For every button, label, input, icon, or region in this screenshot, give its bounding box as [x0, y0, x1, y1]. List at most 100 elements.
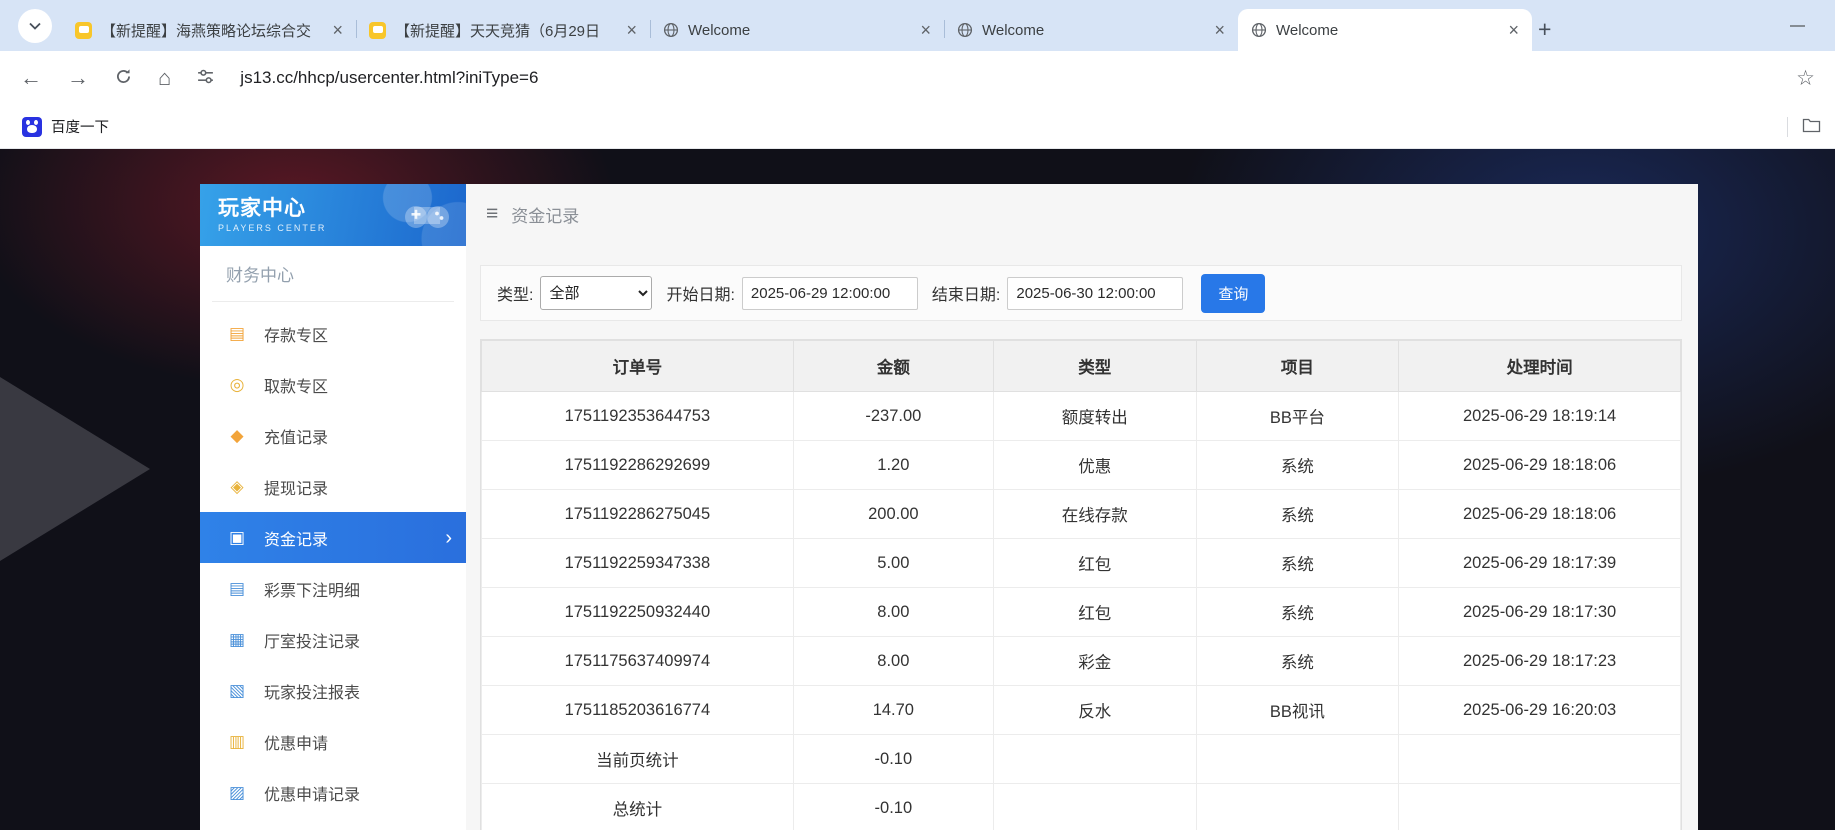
- sidebar-item-lottery-bet-detail[interactable]: ▤ 彩票下注明细 ›: [200, 563, 466, 614]
- globe-favicon-icon: [663, 22, 679, 38]
- bookmark-star-icon[interactable]: ☆: [1796, 66, 1815, 91]
- filter-bar: 类型: 全部 开始日期: 结束日期: 查询: [480, 265, 1682, 321]
- bookmark-label: 百度一下: [51, 120, 109, 136]
- bookmarks-bar-right: [1787, 116, 1821, 137]
- tab-close-icon[interactable]: ×: [621, 21, 642, 39]
- type-filter-label: 类型:: [497, 287, 534, 304]
- end-date-input[interactable]: [1007, 276, 1184, 310]
- table-cell: 8.00: [792, 636, 994, 686]
- promo-apply-record-icon: ▨: [228, 782, 246, 802]
- menu-item-label: 玩家投注报表: [264, 684, 361, 702]
- table-cell: 1751192286292699: [481, 440, 794, 490]
- end-date-label: 结束日期:: [931, 287, 1001, 304]
- sidebar-subtitle: PLAYERS CENTER: [218, 222, 327, 233]
- navigation-bar: ← → ⌂ js13.cc/hhcp/usercenter.html?iniTy…: [0, 51, 1835, 105]
- home-button[interactable]: ⌂: [158, 67, 171, 89]
- browser-tab[interactable]: Welcome ×: [1238, 9, 1532, 51]
- menu-item-label: 彩票下注明细: [264, 582, 361, 600]
- tab-search-button[interactable]: [18, 9, 52, 43]
- chat-favicon-icon: [75, 21, 92, 39]
- tab-close-icon[interactable]: ×: [1503, 21, 1524, 39]
- sidebar-header: 玩家中心 PLAYERS CENTER: [200, 184, 466, 246]
- new-tab-button[interactable]: +: [1538, 18, 1551, 41]
- menu-item-label: 充值记录: [264, 429, 329, 447]
- address-bar[interactable]: js13.cc/hhcp/usercenter.html?iniType=6: [240, 68, 538, 88]
- table-cell: 2025-06-29 18:17:30: [1398, 587, 1681, 637]
- back-button[interactable]: ←: [20, 67, 42, 89]
- chat-favicon-icon: [369, 21, 386, 39]
- browser-tab[interactable]: Welcome ×: [944, 9, 1238, 51]
- table-cell: 2025-06-29 18:19:14: [1398, 391, 1681, 441]
- site-info-button[interactable]: [196, 67, 215, 89]
- funds-table-wrap: 订单号 金额 类型 项目 处理时间 1751192353644753 -237.00 额度转…: [480, 339, 1682, 830]
- withdraw-record-icon: ◈: [230, 476, 244, 496]
- deposit-card-icon: ▤: [228, 323, 246, 343]
- reload-button[interactable]: [114, 67, 133, 90]
- table-cell: [992, 734, 1197, 784]
- hamburger-menu-icon[interactable]: ≡: [486, 202, 498, 226]
- menu-item-label: 资金记录: [264, 531, 329, 549]
- table-cell: 2025-06-29 18:17:23: [1398, 636, 1681, 686]
- table-cell: 系统: [1195, 636, 1400, 686]
- withdraw-coins-icon: ◎: [229, 374, 245, 394]
- table-header-cell: 金额: [792, 340, 994, 392]
- site-settings-icon: [198, 69, 214, 84]
- sidebar: 玩家中心 PLAYERS CENTER 财务中心 ▤ 存款专区 › ◎ 取款专区…: [200, 184, 466, 830]
- browser-tab[interactable]: 【新提醒】天天竞猜（6月29日 ×: [356, 9, 650, 51]
- table-row: 1751175637409974 8.00 彩金 系统 2025-06-29 18:17…: [481, 636, 1681, 686]
- table-cell: 2025-06-29 18:17:39: [1398, 538, 1681, 588]
- sidebar-item-hall-bet-record[interactable]: ▦ 厅室投注记录 ›: [200, 614, 466, 665]
- browser-tab[interactable]: Welcome ×: [650, 9, 944, 51]
- table-cell: 当前页统计: [481, 734, 794, 784]
- table-row: 1751192259347338 5.00 红包 系统 2025-06-29 18:17…: [481, 538, 1681, 588]
- table-cell: 2025-06-29 18:18:06: [1398, 489, 1681, 539]
- tab-close-icon[interactable]: ×: [327, 21, 348, 39]
- start-date-input[interactable]: [741, 276, 918, 310]
- table-cell: 2025-06-29 16:20:03: [1398, 685, 1681, 735]
- sidebar-item-promo-apply[interactable]: ▥ 优惠申请 ›: [200, 716, 466, 767]
- baidu-favicon-icon: [22, 116, 42, 137]
- sidebar-item-player-bet-report[interactable]: ▧ 玩家投注报表 ›: [200, 665, 466, 716]
- sidebar-item-promo-apply-record[interactable]: ▨ 优惠申请记录 ›: [200, 767, 466, 818]
- sidebar-item-withdraw-record[interactable]: ◈ 提现记录 ›: [200, 461, 466, 512]
- tab-strip: 【新提醒】海燕策略论坛综合交 × 【新提醒】天天竞猜（6月29日 × Welco…: [0, 0, 1835, 51]
- window-controls: —: [1790, 0, 1805, 51]
- player-bet-report-icon: ▧: [228, 680, 246, 700]
- table-cell: 1751192286275045: [481, 489, 794, 539]
- other-bookmarks-folder-button[interactable]: [1802, 117, 1821, 137]
- table-cell: 1751175637409974: [481, 636, 794, 686]
- table-cell: BB平台: [1195, 391, 1400, 441]
- table-cell: -237.00: [792, 391, 994, 441]
- sidebar-item-funds-record[interactable]: ▣ 资金记录 ›: [200, 512, 466, 563]
- menu-item-label: 取款专区: [264, 378, 329, 396]
- tab-title: Welcome: [1276, 21, 1339, 39]
- tab-close-icon[interactable]: ×: [915, 21, 936, 39]
- sidebar-item-withdraw-coins[interactable]: ◎ 取款专区 ›: [200, 359, 466, 410]
- bookmarks-bar: 百度一下: [0, 105, 1835, 149]
- table-cell: 系统: [1195, 489, 1400, 539]
- table-cell: 红包: [992, 538, 1197, 588]
- table-cell: 1751192353644753: [481, 391, 794, 441]
- table-header-cell: 处理时间: [1398, 340, 1681, 392]
- bookmark-baidu[interactable]: 百度一下: [14, 112, 117, 141]
- table-row: 总统计 -0.10: [481, 783, 1681, 830]
- query-button[interactable]: 查询: [1201, 273, 1266, 313]
- main-content: ≡ 资金记录 类型: 全部 开始日期: 结束日期: 查询 订单号金额类型项目处理…: [466, 184, 1698, 830]
- table-cell: 彩金: [992, 636, 1197, 686]
- sidebar-item-deposit-card[interactable]: ▤ 存款专区 ›: [200, 308, 466, 359]
- table-row: 1751185203616774 14.70 反水 BB视讯 2025-06-29 16…: [481, 685, 1681, 735]
- type-select[interactable]: 全部: [540, 276, 653, 310]
- sidebar-item-recharge-record[interactable]: ◆ 充值记录 ›: [200, 410, 466, 461]
- tab-close-icon[interactable]: ×: [1209, 21, 1230, 39]
- browser-window: 【新提醒】海燕策略论坛综合交 × 【新提醒】天天竞猜（6月29日 × Welco…: [0, 0, 1835, 149]
- globe-favicon-icon: [957, 22, 973, 38]
- player-center-branding: 玩家中心 PLAYERS CENTER: [218, 197, 326, 232]
- forward-button[interactable]: →: [67, 67, 89, 89]
- lottery-bet-detail-icon: ▤: [228, 578, 246, 598]
- funds-table: 订单号 金额 类型 项目 处理时间 1751192353644753 -237.00 额度转…: [481, 340, 1681, 830]
- menu-item-label: 厅室投注记录: [264, 633, 361, 651]
- table-cell: 优惠: [992, 440, 1197, 490]
- table-cell: 1751192250932440: [481, 587, 794, 637]
- browser-tab[interactable]: 【新提醒】海燕策略论坛综合交 ×: [62, 9, 356, 51]
- minimize-button[interactable]: —: [1790, 17, 1805, 34]
